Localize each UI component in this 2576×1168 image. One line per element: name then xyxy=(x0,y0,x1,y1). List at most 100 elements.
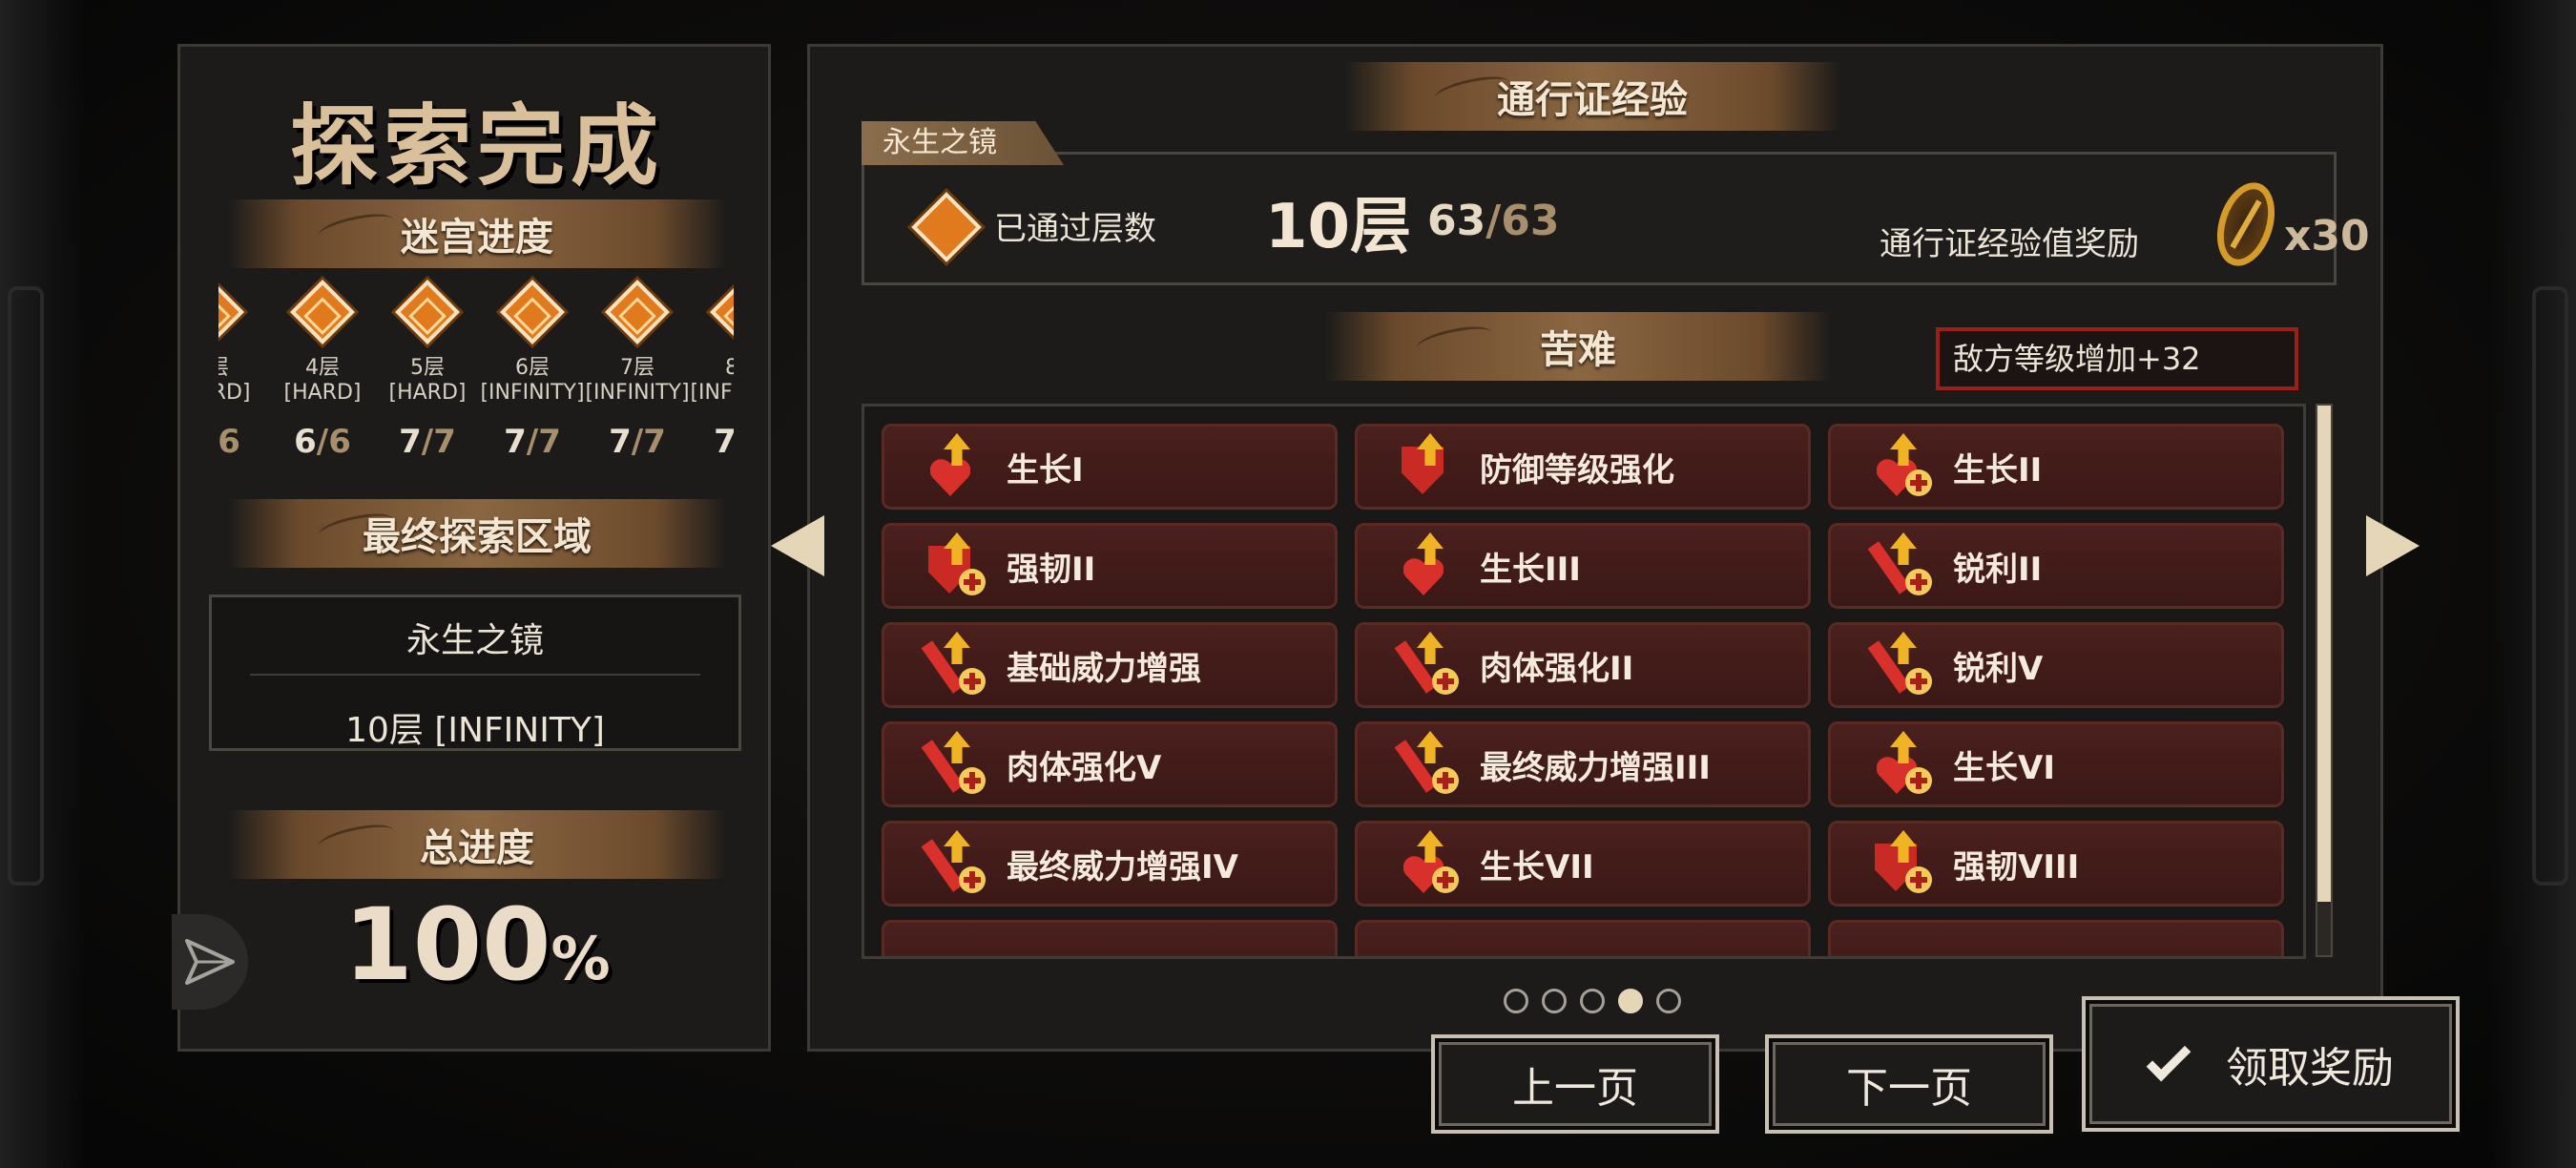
passed-floor-count: 63/63 xyxy=(1427,197,1560,245)
hardship-tile[interactable]: 强韧II xyxy=(882,523,1338,609)
hardship-tile-partial[interactable] xyxy=(1828,920,2284,956)
floor-diamond-icon xyxy=(218,280,244,344)
growth-heart-icon xyxy=(923,433,989,500)
page-dot[interactable] xyxy=(1504,989,1528,1013)
hardship-tile[interactable]: 基础威力增强 xyxy=(882,622,1338,708)
hardship-tile[interactable]: 防御等级强化 xyxy=(1355,424,1811,510)
pass-exp-label: 通行证经验 xyxy=(1497,78,1688,122)
reward-panel: 通行证经验 已通过层数 10层 63/63 通行证经验值奖励 x30 永生之镜 … xyxy=(807,44,2383,1052)
body-enhance-icon xyxy=(921,731,989,798)
exploration-complete-title: 探索完成 xyxy=(289,95,664,198)
hardship-tile[interactable]: 肉体强化V xyxy=(882,721,1338,807)
floor-item: 7层 [INFINITY] 7/7 xyxy=(585,274,690,461)
hardship-scrollbar[interactable] xyxy=(2316,404,2333,957)
page-dot[interactable] xyxy=(1542,989,1567,1013)
final-region-floor: 10层 [INFINITY] xyxy=(345,711,605,750)
page-dot[interactable] xyxy=(1618,989,1643,1013)
floor-item: 8层 [INFINITY] 7/7 xyxy=(690,274,734,461)
hardship-tile[interactable]: 锐利V xyxy=(1828,622,2284,708)
base-power-icon xyxy=(921,632,989,699)
hardship-tile[interactable]: 锐利II xyxy=(1828,523,2284,609)
pass-token-icon xyxy=(2207,175,2285,274)
exp-reward-label: 通行证经验值奖励 xyxy=(1880,225,2139,263)
result-screen: 探索完成 迷宫进度 3层 [HARD] 6/6 4层 [HARD] 6/6 5层… xyxy=(0,0,2576,1168)
toughness-shield-icon xyxy=(1869,830,1936,897)
left-frame-edge xyxy=(0,0,86,1168)
hardship-tile-label: 生长VI xyxy=(1953,748,2055,787)
hardship-tile[interactable]: 强韧VIII xyxy=(1828,821,2284,907)
exploration-summary-panel: 探索完成 迷宫进度 3层 [HARD] 6/6 4层 [HARD] 6/6 5层… xyxy=(177,44,771,1052)
exp-reward-value: x30 xyxy=(2284,212,2370,261)
floor-diamond-icon xyxy=(500,280,565,344)
hardship-tile-label: 锐利V xyxy=(1953,649,2044,688)
hardship-tile-label: 强韧II xyxy=(1007,550,1096,589)
final-region-name: 永生之镜 xyxy=(405,621,544,660)
growth-heart-plus-icon xyxy=(1396,830,1463,897)
hardship-tile-label: 防御等级强化 xyxy=(1480,450,1674,490)
passed-floor-value: 10层 xyxy=(1265,192,1412,262)
final-region-box: 永生之镜 10层 [INFINITY] xyxy=(209,594,741,751)
hardship-header: 苦难 xyxy=(1325,312,1831,381)
enemy-level-tag: 敌方等级增加+32 xyxy=(1936,327,2298,390)
right-frame-edge xyxy=(2490,0,2576,1168)
growth-heart-plus-icon xyxy=(1869,433,1936,500)
floor-diamond-icon xyxy=(395,280,460,344)
hardship-tile-label: 基础威力增强 xyxy=(1007,649,1201,688)
floor-diamond-icon xyxy=(290,280,355,344)
total-progress-label: 总进度 xyxy=(420,826,534,870)
hardship-tile-label: 锐利II xyxy=(1953,550,2043,589)
hardship-tile-label: 肉体强化V xyxy=(1007,748,1162,787)
floor-progress-strip[interactable]: 3层 [HARD] 6/6 4层 [HARD] 6/6 5层 [HARD] 7/… xyxy=(218,274,734,522)
final-region-label: 最终探索区域 xyxy=(363,515,592,559)
hardship-tile-label: 生长II xyxy=(1953,450,2043,490)
hardship-tile[interactable]: 肉体强化II xyxy=(1355,622,1811,708)
hardship-tile-partial[interactable] xyxy=(882,920,1338,956)
next-page-button[interactable]: 下一页 xyxy=(1765,1034,2053,1134)
hardship-tile[interactable]: 生长I xyxy=(882,424,1338,510)
final-power-icon xyxy=(1394,731,1463,798)
hardship-tile[interactable]: 最终威力增强IV xyxy=(882,821,1338,907)
floor-item: 4层 [HARD] 6/6 xyxy=(270,274,375,461)
maze-progress-label: 迷宫进度 xyxy=(401,216,553,260)
hardship-tile[interactable]: 最终威力增强III xyxy=(1355,721,1811,807)
region-divider xyxy=(250,674,700,676)
total-progress-header: 总进度 xyxy=(228,810,726,879)
hardship-grid[interactable]: 生长I 防御等级强化 生长II 强韧II 生长III 锐利II 基础威力增强 肉体强化II 锐利… xyxy=(862,404,2306,959)
next-page-label: 下一页 xyxy=(1846,1064,1972,1113)
hardship-tile[interactable]: 生长III xyxy=(1355,523,1811,609)
send-icon xyxy=(185,939,235,985)
hardship-tile-label: 肉体强化II xyxy=(1480,649,1634,688)
final-region-header: 最终探索区域 xyxy=(228,499,726,568)
hardship-tile-label: 最终威力增强IV xyxy=(1007,847,1238,886)
page-dot[interactable] xyxy=(1580,989,1605,1013)
floor-diamond-icon xyxy=(710,280,734,344)
page-indicator xyxy=(1504,989,1681,1013)
passed-floors-label: 已通过层数 xyxy=(994,210,1156,248)
hardship-tile-partial[interactable] xyxy=(1355,920,1811,956)
prev-page-button[interactable]: 上一页 xyxy=(1431,1034,1719,1134)
page-dot[interactable] xyxy=(1656,989,1681,1013)
sharp-swords-icon xyxy=(1867,632,1936,699)
hardship-label: 苦难 xyxy=(1540,328,1616,372)
prev-arrow-icon[interactable] xyxy=(771,515,824,576)
scroll-thumb[interactable] xyxy=(2317,406,2331,902)
toughness-shield-icon xyxy=(923,532,989,599)
hardship-tile[interactable]: 生长VII xyxy=(1355,821,1811,907)
claim-reward-button[interactable]: 领取奖励 xyxy=(2082,996,2460,1132)
floor-item: 5层 [HARD] 7/7 xyxy=(375,274,480,461)
claim-reward-label: 领取奖励 xyxy=(2226,1044,2394,1093)
hardship-tile[interactable]: 生长VI xyxy=(1828,721,2284,807)
defense-shield-icon xyxy=(1396,433,1463,500)
floor-item: 6层 [INFINITY] 7/7 xyxy=(480,274,585,461)
next-arrow-icon[interactable] xyxy=(2366,515,2420,576)
hardship-tile-label: 生长I xyxy=(1007,450,1084,490)
total-progress-value: 100% xyxy=(343,886,611,1003)
mirror-tag: 永生之镜 xyxy=(862,121,1064,165)
checkmark-icon xyxy=(2146,1036,2192,1082)
hardship-tile-label: 强韧VIII xyxy=(1953,847,2080,886)
hardship-tile-label: 生长III xyxy=(1480,550,1581,589)
floor-diamond-icon xyxy=(911,192,982,262)
pass-exp-header: 通行证经验 xyxy=(1344,62,1840,131)
sharp-sword-icon xyxy=(1867,532,1936,599)
hardship-tile[interactable]: 生长II xyxy=(1828,424,2284,510)
